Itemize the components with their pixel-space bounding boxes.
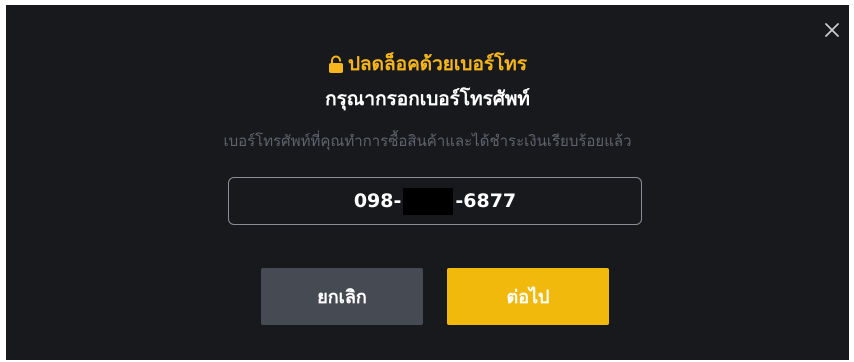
phone-input[interactable]: 098- -6877 <box>228 177 642 225</box>
dialog-subtitle: กรุณากรอกเบอร์โทรศัพท์ <box>325 88 530 110</box>
lock-icon <box>328 55 343 73</box>
phone-hint: เบอร์โทรศัพท์ที่คุณทำการซื้อสินค้าและได้… <box>223 132 632 150</box>
dialog-title-row: ปลดล็อคด้วยเบอร์โทร <box>6 52 849 76</box>
close-button[interactable] <box>821 19 843 41</box>
dialog-title: ปลดล็อคด้วยเบอร์โทร <box>347 53 528 75</box>
next-button[interactable]: ต่อไป <box>447 268 609 325</box>
close-icon <box>825 23 839 37</box>
unlock-dialog: ปลดล็อคด้วยเบอร์โทร กรุณากรอกเบอร์โทรศัพ… <box>6 5 849 360</box>
phone-prefix: 098- <box>353 190 402 212</box>
phone-suffix: -6877 <box>455 190 517 212</box>
cancel-button[interactable]: ยกเลิก <box>261 268 423 325</box>
redacted-digits <box>403 187 454 215</box>
